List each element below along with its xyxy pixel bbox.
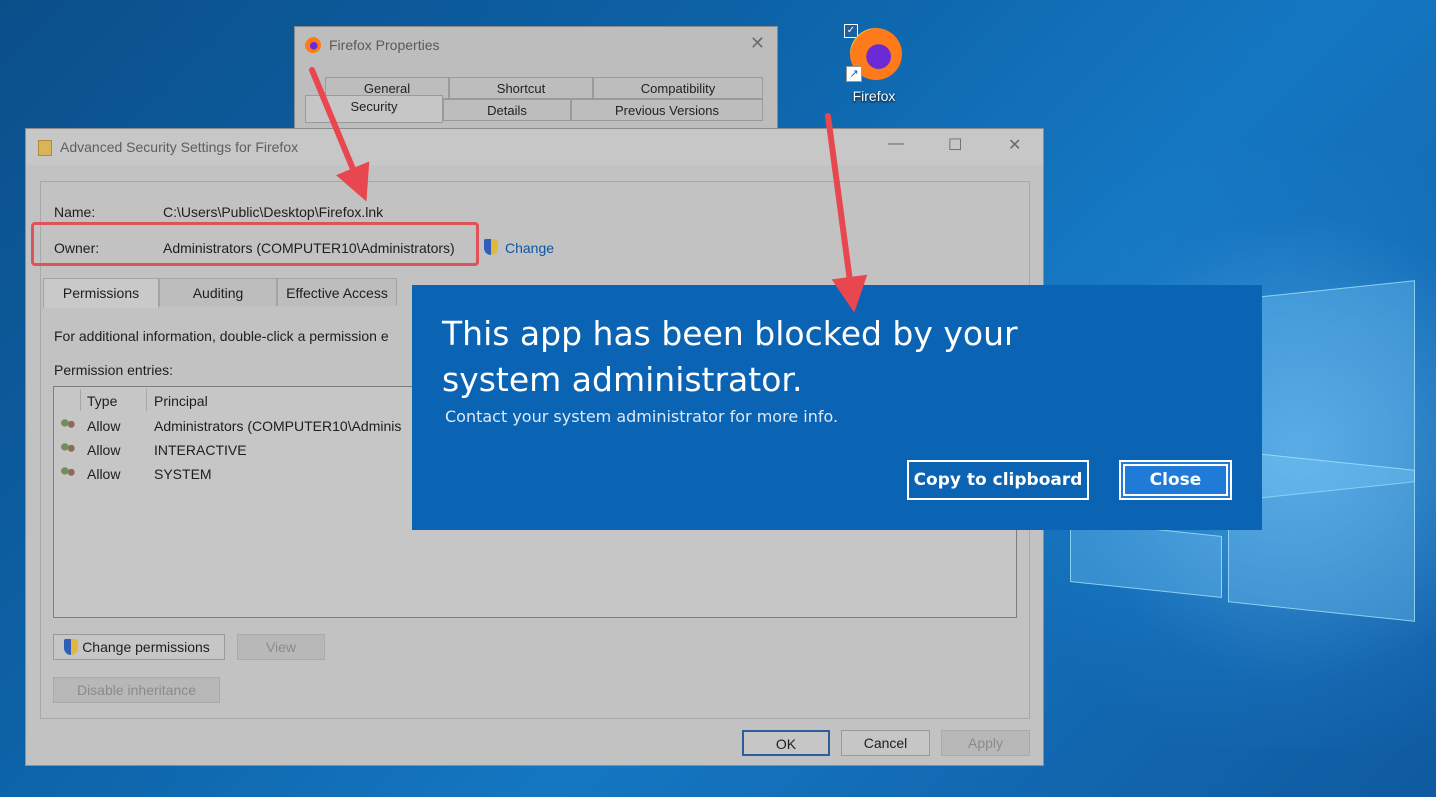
minimize-icon[interactable]: — bbox=[888, 135, 904, 153]
tab-security[interactable]: Security bbox=[305, 95, 443, 123]
close-icon[interactable]: ✕ bbox=[1008, 135, 1021, 155]
owner-highlight-box bbox=[31, 222, 479, 266]
entries-label: Permission entries: bbox=[54, 362, 174, 378]
tab-shortcut[interactable]: Shortcut bbox=[449, 77, 593, 99]
users-icon bbox=[60, 466, 76, 480]
column-header-type[interactable]: Type bbox=[87, 393, 117, 409]
uac-shield-icon bbox=[484, 239, 498, 255]
change-permissions-button[interactable]: Change permissions bbox=[53, 634, 225, 660]
apply-button[interactable]: Apply bbox=[941, 730, 1030, 756]
copy-to-clipboard-button[interactable]: Copy to clipboard bbox=[907, 460, 1089, 500]
close-icon[interactable]: ✕ bbox=[750, 33, 765, 54]
column-separator bbox=[146, 389, 147, 411]
change-owner-link[interactable]: Change bbox=[505, 240, 554, 256]
desktop-icon-label: Firefox bbox=[852, 88, 896, 104]
dialog-title: This app has been blocked by your system… bbox=[442, 314, 1018, 399]
firefox-icon bbox=[305, 37, 321, 53]
uac-shield-icon bbox=[64, 639, 78, 655]
tab-previous-versions[interactable]: Previous Versions bbox=[571, 99, 763, 121]
window-title: Firefox Properties bbox=[329, 37, 440, 53]
desktop-firefox-shortcut[interactable]: ✓ ↗ Firefox bbox=[838, 22, 910, 112]
name-value: C:\Users\Public\Desktop\Firefox.lnk bbox=[163, 204, 384, 220]
tab-compatibility[interactable]: Compatibility bbox=[593, 77, 763, 99]
row-type: Allow bbox=[87, 418, 121, 434]
name-label: Name: bbox=[54, 204, 96, 220]
users-icon bbox=[60, 418, 76, 432]
close-button[interactable]: Close bbox=[1119, 460, 1232, 500]
shortcut-arrow-icon: ↗ bbox=[846, 66, 862, 82]
tab-effective-access[interactable]: Effective Access bbox=[277, 278, 397, 306]
row-principal: INTERACTIVE bbox=[154, 442, 247, 458]
cancel-button[interactable]: Cancel bbox=[841, 730, 930, 756]
ok-button[interactable]: OK bbox=[742, 730, 830, 756]
disable-inheritance-button[interactable]: Disable inheritance bbox=[53, 677, 220, 703]
row-type: Allow bbox=[87, 466, 121, 482]
row-principal: Administrators (COMPUTER10\Adminis bbox=[154, 418, 402, 434]
tab-permissions[interactable]: Permissions bbox=[43, 278, 159, 308]
maximize-icon[interactable]: ☐ bbox=[948, 135, 962, 155]
users-icon bbox=[60, 442, 76, 456]
folder-icon bbox=[38, 140, 52, 156]
tab-details[interactable]: Details bbox=[443, 99, 571, 121]
view-button[interactable]: View bbox=[237, 634, 325, 660]
tab-auditing[interactable]: Auditing bbox=[159, 278, 277, 306]
blocked-app-dialog: This app has been blocked by your system… bbox=[412, 285, 1262, 530]
column-separator bbox=[80, 389, 81, 411]
button-label: Change permissions bbox=[82, 639, 210, 655]
dialog-message: Contact your system administrator for mo… bbox=[445, 407, 839, 426]
info-text: For additional information, double-click… bbox=[54, 328, 389, 344]
window-title: Advanced Security Settings for Firefox bbox=[60, 139, 299, 155]
firefox-properties-window: Firefox Properties ✕ General Shortcut Co… bbox=[294, 26, 778, 132]
column-header-principal[interactable]: Principal bbox=[154, 393, 208, 409]
title-bar: Advanced Security Settings for Firefox —… bbox=[26, 129, 1043, 165]
row-principal: SYSTEM bbox=[154, 466, 212, 482]
row-type: Allow bbox=[87, 442, 121, 458]
